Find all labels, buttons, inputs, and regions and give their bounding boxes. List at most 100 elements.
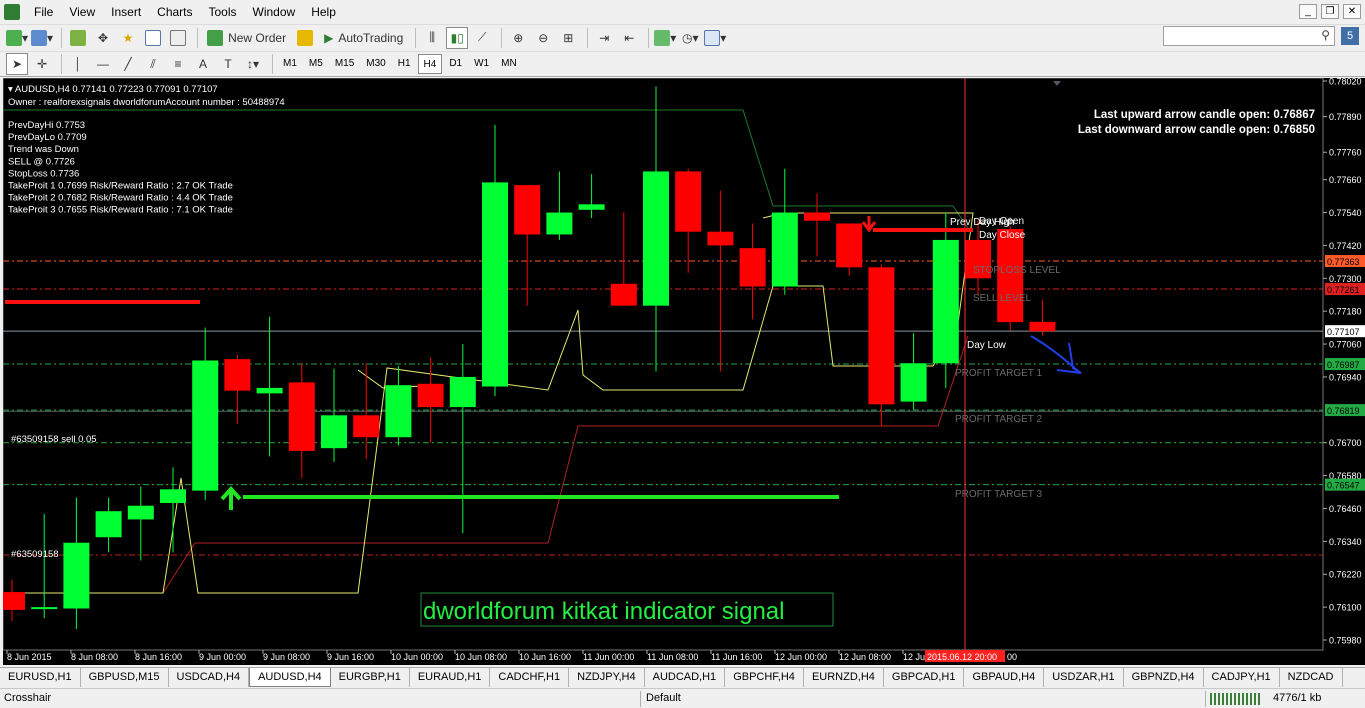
profiles-button[interactable]: ▾ xyxy=(31,27,53,49)
timeframe-h4[interactable]: H4 xyxy=(417,54,443,74)
candlestick-button[interactable]: ▮▯ xyxy=(446,26,469,49)
menu-window[interactable]: Window xyxy=(245,0,304,24)
timeframe-w1[interactable]: W1 xyxy=(469,54,494,74)
buy-arrow-icon xyxy=(220,486,242,510)
vertical-line-button[interactable]: │ xyxy=(67,53,89,75)
favorites-button[interactable]: ★ xyxy=(117,27,139,49)
menu-file[interactable]: File xyxy=(26,0,61,24)
bar-chart-button[interactable]: ⫼ xyxy=(421,27,443,49)
notification-badge[interactable]: 5 xyxy=(1341,27,1359,45)
label-icon: T xyxy=(224,57,232,71)
chart-tab[interactable]: CADCHF,H1 xyxy=(490,668,570,687)
trendline-icon: ╱ xyxy=(124,57,132,71)
chart-tab[interactable]: GBPUSD,M15 xyxy=(81,668,169,687)
timeframe-mn[interactable]: MN xyxy=(496,54,522,74)
chart-tab[interactable]: AUDCAD,H1 xyxy=(645,668,726,687)
timeframe-m15[interactable]: M15 xyxy=(330,54,359,74)
price-tag-label: 0.77363 xyxy=(1327,257,1360,267)
menu-view[interactable]: View xyxy=(61,0,103,24)
arrows-button[interactable]: ↕ ▾ xyxy=(242,53,264,75)
navigator-button[interactable]: ✥ xyxy=(92,27,114,49)
line-chart-button[interactable]: ⟋ xyxy=(471,27,493,49)
line-studies-toolbar: ➤ ✛ │ — ╱ ⫽ ≡ A T ↕ ▾ M1 M5 M15 M30 H1 H4… xyxy=(0,51,1365,77)
candle-body xyxy=(160,489,186,503)
chart-tab[interactable]: USDCAD,H4 xyxy=(169,668,250,687)
price-chart[interactable]: ▾ AUDUSD,H4 0.77141 0.77223 0.77091 0.77… xyxy=(3,78,1365,665)
info-line: SELL @ 0.7726 xyxy=(8,156,75,167)
menu-insert[interactable]: Insert xyxy=(103,0,149,24)
candle-body xyxy=(417,383,444,408)
candle-body xyxy=(900,363,927,402)
chart-tab[interactable]: EURUSD,H1 xyxy=(0,668,81,687)
menu-charts[interactable]: Charts xyxy=(149,0,200,24)
channel-icon: ⫽ xyxy=(150,56,156,71)
candle-body xyxy=(192,360,219,491)
chart-tab[interactable]: GBPAUD,H4 xyxy=(964,668,1045,687)
close-icon[interactable]: ✕ xyxy=(1343,4,1361,19)
chart-tab[interactable]: GBPCAD,H1 xyxy=(884,668,965,687)
search-icon[interactable]: ⚲ xyxy=(1321,28,1330,42)
timeframe-d1[interactable]: D1 xyxy=(444,54,467,74)
price-tick-label: 0.77060 xyxy=(1329,340,1362,350)
restore-icon[interactable]: ❐ xyxy=(1321,4,1339,19)
new-order-button[interactable]: New Order xyxy=(203,27,290,49)
metaeditor-button[interactable] xyxy=(293,27,317,49)
chart-tab[interactable]: EURGBP,H1 xyxy=(331,668,410,687)
chart-tab[interactable]: EURAUD,H1 xyxy=(410,668,491,687)
chart-tab[interactable]: AUDUSD,H4 xyxy=(249,668,331,687)
zoom-out-button[interactable]: ⊖ xyxy=(532,27,554,49)
chart-tab[interactable]: EURNZD,H4 xyxy=(804,668,884,687)
chart-window[interactable]: ▾ AUDUSD,H4 0.77141 0.77223 0.77091 0.77… xyxy=(3,78,1365,665)
chart-tab[interactable]: NZDJPY,H4 xyxy=(569,668,645,687)
timeframe-m5[interactable]: M5 xyxy=(304,54,328,74)
new-order-icon xyxy=(207,29,224,46)
terminal-button[interactable] xyxy=(142,27,164,49)
menu-tools[interactable]: Tools xyxy=(201,0,245,24)
autotrading-button[interactable]: ▶ AutoTrading xyxy=(320,27,407,49)
chart-tab[interactable]: CADJPY,H1 xyxy=(1204,668,1280,687)
zoom-in-button[interactable]: ⊕ xyxy=(507,27,529,49)
menu-help[interactable]: Help xyxy=(303,0,344,24)
autoscroll-icon: ⇤ xyxy=(624,30,635,45)
autoscroll-button[interactable]: ⇤ xyxy=(618,27,640,49)
text-button[interactable]: A xyxy=(192,53,214,75)
market-watch-button[interactable] xyxy=(67,27,89,49)
timeframe-m1[interactable]: M1 xyxy=(278,54,302,74)
price-tick-label: 0.76940 xyxy=(1329,372,1362,382)
periods-button[interactable]: ◷ ▾ xyxy=(679,27,701,49)
chart-tab[interactable]: GBPCHF,H4 xyxy=(725,668,804,687)
status-bar: Crosshair Default 4776/1 kb xyxy=(0,688,1365,708)
label-button[interactable]: T xyxy=(217,53,239,75)
timeframe-h1[interactable]: H1 xyxy=(393,54,416,74)
bar-chart-icon: ⫼ xyxy=(429,30,436,44)
candlestick-icon: ▮▯ xyxy=(450,30,464,45)
cursor-button[interactable]: ➤ xyxy=(6,53,28,75)
minimize-icon[interactable]: _ xyxy=(1299,4,1317,19)
tile-windows-button[interactable]: ⊞ xyxy=(557,27,579,49)
connection-bars-icon xyxy=(1210,693,1260,705)
fibonacci-button[interactable]: ≡ xyxy=(167,53,189,75)
tester-button[interactable] xyxy=(167,27,189,49)
templates-button[interactable]: ▾ xyxy=(704,27,726,49)
new-chart-button[interactable]: ▾ xyxy=(6,27,28,49)
watermark-text: dworldforum kitkat indicator signal xyxy=(423,598,785,625)
timeframe-m30[interactable]: M30 xyxy=(361,54,390,74)
chart-tab[interactable]: GBPNZD,H4 xyxy=(1124,668,1204,687)
indicators-button[interactable]: ▾ xyxy=(654,27,676,49)
price-tag-label: 0.76819 xyxy=(1327,406,1360,416)
chart-tab[interactable]: NZDCAD xyxy=(1280,668,1343,687)
candle-body xyxy=(836,223,863,268)
menu-bar: File View Insert Charts Tools Window Hel… xyxy=(0,0,1365,24)
channel-button[interactable]: ⫽ xyxy=(142,53,164,75)
market-watch-icon xyxy=(70,29,87,46)
chart-tab[interactable]: USDZAR,H1 xyxy=(1044,668,1124,687)
candle-body xyxy=(546,212,573,235)
trendline-button[interactable]: ╱ xyxy=(117,53,139,75)
price-tick-label: 0.76700 xyxy=(1329,438,1362,448)
chart-shift-button[interactable]: ⇥ xyxy=(593,27,615,49)
horizontal-line-button[interactable]: — xyxy=(92,53,114,75)
autotrading-label: AutoTrading xyxy=(338,30,404,45)
search-input[interactable]: ⚲ xyxy=(1163,26,1335,46)
cursor-icon: ➤ xyxy=(11,57,23,71)
crosshair-button[interactable]: ✛ xyxy=(31,53,53,75)
